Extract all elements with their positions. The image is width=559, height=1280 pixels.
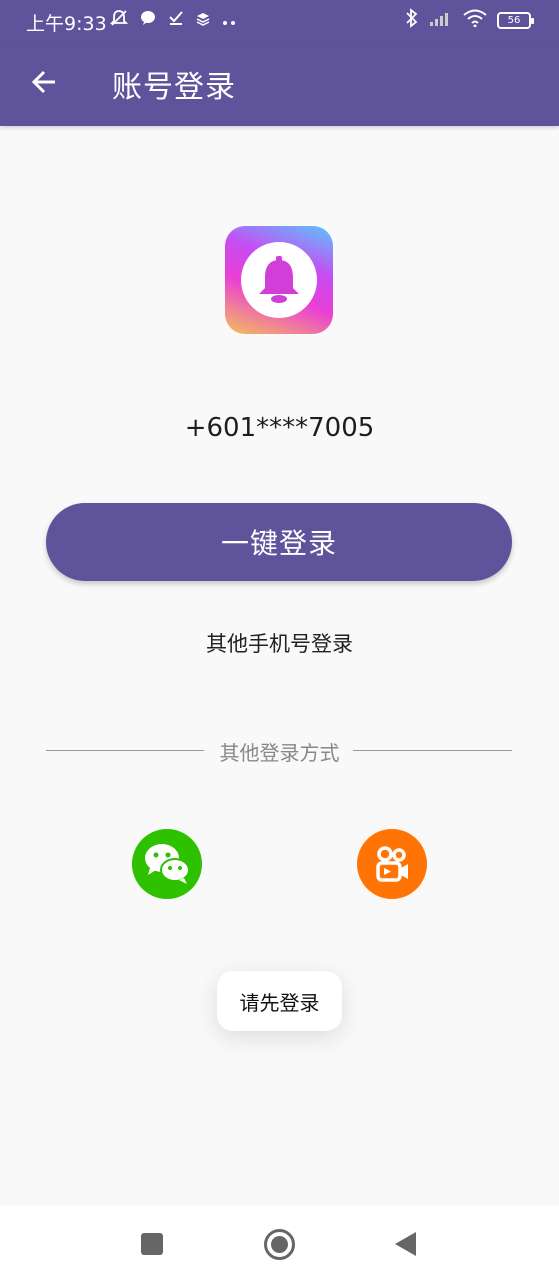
wifi-icon: [463, 9, 487, 31]
wechat-login-button[interactable]: [132, 829, 202, 899]
bluetooth-icon: [405, 8, 419, 32]
kuaishou-login-button[interactable]: [357, 829, 427, 899]
one-click-login-button[interactable]: 一键登录: [46, 503, 512, 581]
wechat-icon: [145, 844, 190, 884]
status-left-icons: [109, 9, 238, 31]
recent-apps-button[interactable]: [141, 1233, 163, 1255]
system-back-button[interactable]: [395, 1232, 416, 1256]
page-title: 账号登录: [112, 70, 236, 105]
arrow-left-icon: [31, 70, 55, 94]
system-nav-bar: [0, 1206, 559, 1280]
kuaishou-icon: [376, 846, 408, 882]
chat-bubble-icon: [140, 10, 156, 30]
status-right-icons: 56: [405, 8, 534, 32]
layers-icon: [196, 11, 210, 30]
app-bar: 账号登录: [0, 42, 559, 126]
battery-icon: 56: [497, 11, 534, 29]
signal-icon: [429, 9, 453, 31]
divider-right: [353, 750, 512, 751]
mute-icon: [109, 9, 129, 31]
status-time: 上午9:33: [26, 13, 107, 35]
app-logo: [225, 226, 333, 334]
back-button[interactable]: [22, 60, 66, 104]
home-button[interactable]: [264, 1229, 295, 1260]
check-icon: [168, 10, 184, 30]
other-phone-login-link[interactable]: 其他手机号登录: [0, 628, 559, 658]
phone-number: +601****7005: [184, 413, 375, 443]
status-bar: 上午9:33 56: [0, 0, 559, 42]
more-icon: [222, 11, 238, 30]
other-login-methods-label: 其他登录方式: [219, 741, 340, 765]
toast-message: 请先登录: [217, 971, 342, 1031]
bell-icon: [259, 256, 299, 303]
